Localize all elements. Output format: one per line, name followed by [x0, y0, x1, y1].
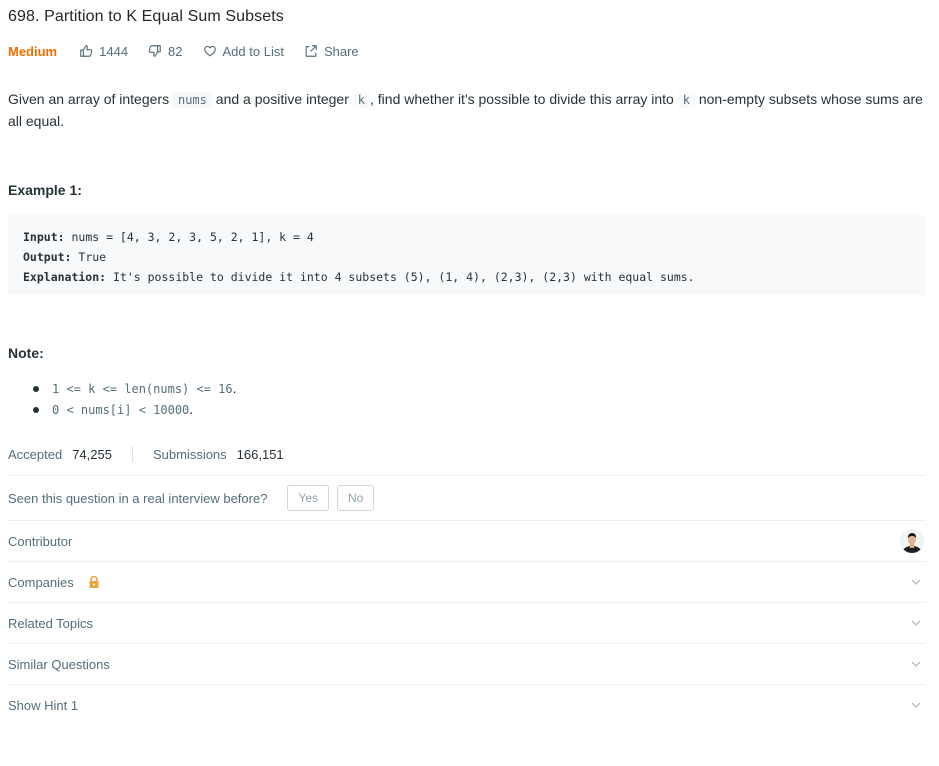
contributor-row[interactable]: Contributor [8, 520, 926, 561]
interview-question-text: Seen this question in a real interview b… [8, 490, 268, 506]
share-label: Share [323, 43, 359, 59]
companies-label-wrap: Companies [8, 575, 910, 590]
submission-stats: Accepted 74,255 Submissions 166,151 [8, 444, 284, 464]
submissions-label: Submissions [152, 446, 227, 462]
note-heading: Note: [8, 345, 44, 361]
inline-code-k: k [352, 92, 370, 108]
add-to-list-button[interactable]: Add to List [203, 44, 284, 59]
input-value: nums = [4, 3, 2, 3, 5, 2, 1], k = 4 [64, 230, 314, 244]
submissions-count: 166,151 [236, 446, 284, 462]
input-label: Input: [23, 230, 65, 244]
inline-code-nums: nums [172, 92, 212, 108]
accepted-label: Accepted [8, 446, 63, 462]
thumbs-up-icon [80, 45, 93, 57]
dislike-button[interactable]: 82 [148, 43, 183, 59]
problem-statement: Given an array of integers nums and a po… [8, 89, 926, 132]
companies-label: Companies [8, 574, 74, 590]
problem-meta-bar: Medium 1444 82 Add to List Share [8, 42, 379, 60]
difficulty-badge: Medium [8, 43, 58, 59]
note-code: 0 < nums[i] < 10000 [52, 403, 190, 417]
note-code: 1 <= k <= len(nums) <= 16 [52, 382, 233, 396]
similar-questions-row[interactable]: Similar Questions [8, 643, 926, 684]
list-item: 1 <= k <= len(nums) <= 16. [33, 378, 237, 399]
accepted-count: 74,255 [72, 446, 112, 462]
chevron-down-icon[interactable] [910, 699, 922, 711]
dislike-count: 82 [168, 43, 183, 59]
stats-divider [131, 446, 133, 462]
no-button[interactable]: No [337, 485, 375, 511]
explanation-label: Explanation: [23, 270, 107, 284]
contributor-avatar[interactable] [900, 529, 924, 553]
avatar-image [900, 529, 924, 553]
companies-row[interactable]: Companies [8, 561, 926, 602]
yes-button[interactable]: Yes [287, 485, 330, 511]
show-hint-row[interactable]: Show Hint 1 [8, 684, 926, 725]
lock-icon [89, 575, 99, 588]
list-item: 0 < nums[i] < 10000. [33, 399, 237, 420]
statement-text: and a positive integer [211, 91, 353, 107]
share-icon [305, 45, 317, 57]
note-suffix: . [232, 380, 237, 396]
thumbs-down-icon [148, 45, 161, 57]
output-value: True [71, 250, 107, 264]
output-label: Output: [23, 250, 72, 264]
explanation-value: It's possible to divide it into 4 subset… [106, 270, 695, 284]
statement-text: , find whether it's possible to divide t… [370, 91, 678, 107]
note-list: 1 <= k <= len(nums) <= 16. 0 < nums[i] <… [8, 378, 237, 420]
example-heading: Example 1: [8, 182, 82, 198]
inline-code-k: k [677, 92, 695, 108]
note-suffix: . [189, 401, 194, 417]
interview-question-row: Seen this question in a real interview b… [8, 475, 926, 520]
statement-text: Given an array of integers [8, 91, 173, 107]
related-topics-label: Related Topics [8, 615, 94, 631]
chevron-down-icon[interactable] [910, 576, 922, 588]
contributor-label: Contributor [8, 533, 73, 549]
problem-title: 698. Partition to K Equal Sum Subsets [8, 8, 284, 25]
chevron-down-icon[interactable] [910, 658, 922, 670]
like-count: 1444 [99, 43, 129, 59]
add-to-list-label: Add to List [222, 43, 284, 59]
share-button[interactable]: Share [304, 44, 359, 59]
similar-questions-label: Similar Questions [8, 656, 110, 672]
example-code-block: Input: nums = [4, 3, 2, 3, 5, 2, 1], k =… [8, 215, 926, 295]
like-button[interactable]: 1444 [79, 44, 128, 59]
related-topics-row[interactable]: Related Topics [8, 602, 926, 643]
heart-icon [203, 45, 216, 57]
chevron-down-icon[interactable] [910, 617, 922, 629]
show-hint-label: Show Hint 1 [8, 697, 79, 713]
